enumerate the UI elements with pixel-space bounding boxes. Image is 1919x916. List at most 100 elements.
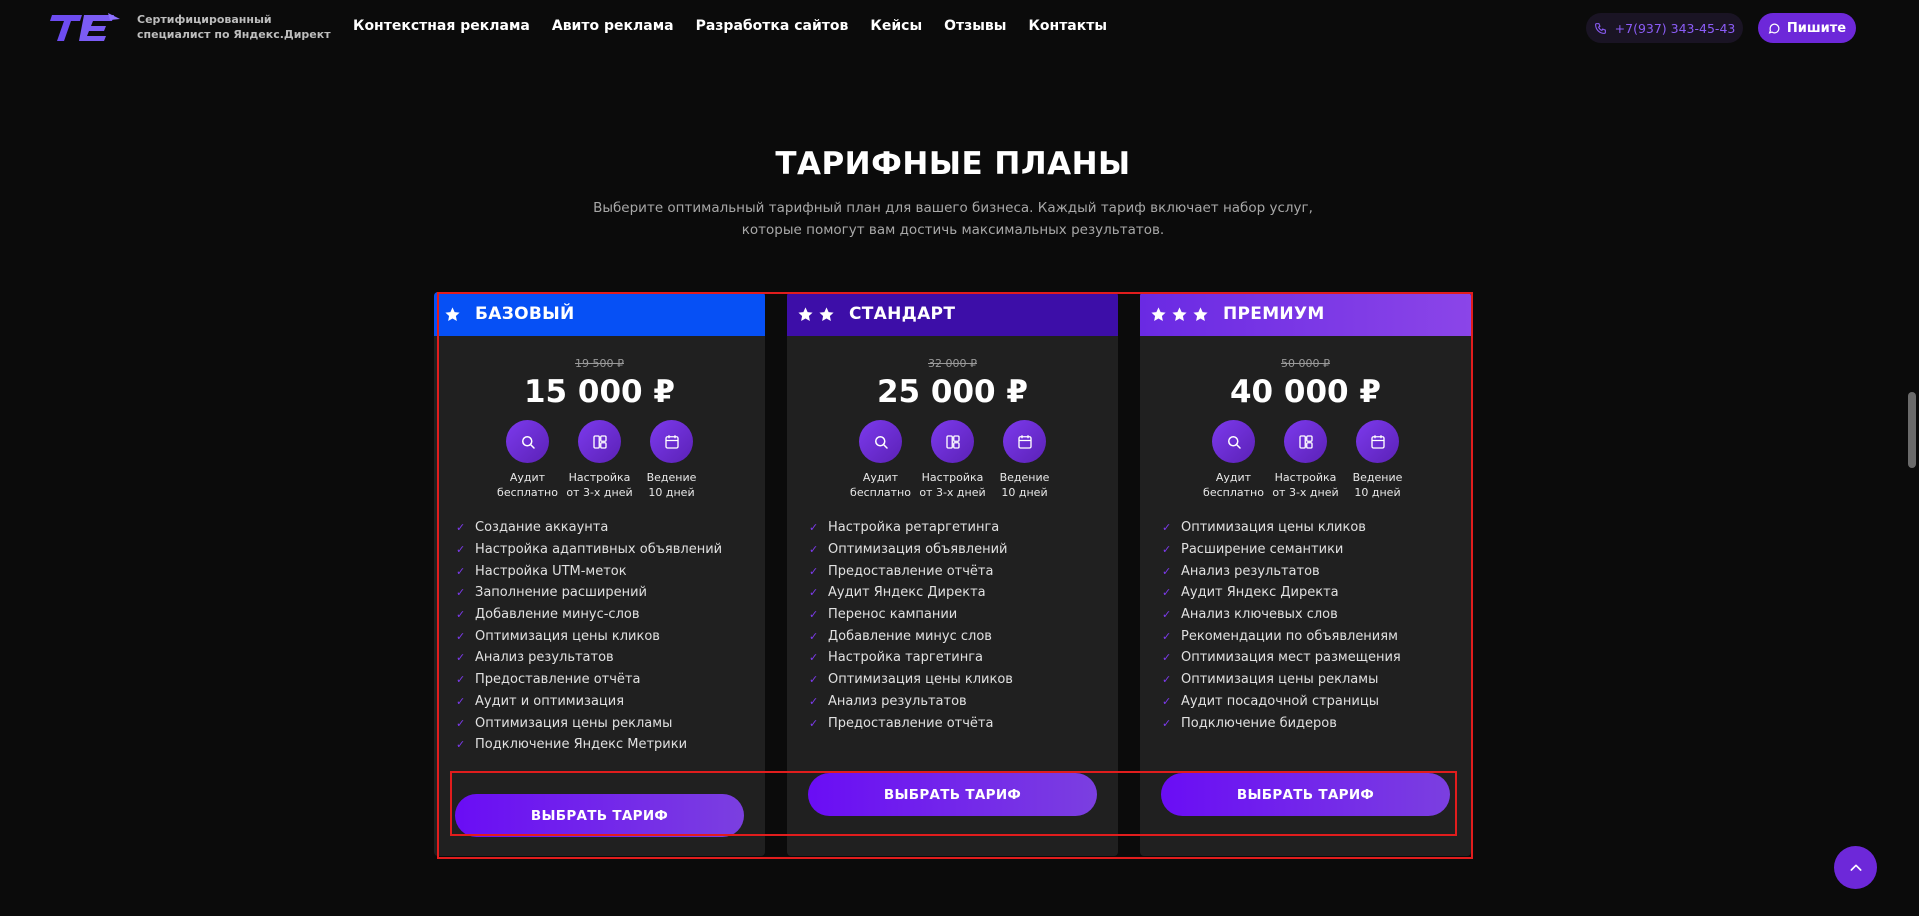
plan-item: ✓ Рекомендации по объявлениям bbox=[1162, 625, 1471, 647]
calendar-icon bbox=[1017, 434, 1032, 449]
plan-item-list: ✓ Создание аккаунта ✓ Настройка адаптивных … bbox=[434, 517, 765, 756]
plan-card-standard: СТАНДАРТ 32 000 ₽ 25 000 ₽ Аудит бесплатно На… bbox=[787, 292, 1118, 856]
check-icon: ✓ bbox=[456, 716, 466, 730]
check-icon: ✓ bbox=[809, 521, 819, 535]
feature-label: Ведение 10 дней bbox=[999, 471, 1050, 499]
star-icon bbox=[1172, 306, 1187, 321]
plan-item: ✓ Оптимизация объявлений bbox=[809, 539, 1118, 561]
nav-contacts[interactable]: Контакты bbox=[1028, 18, 1107, 34]
nav-reviews[interactable]: Отзывы bbox=[944, 18, 1006, 34]
subtitle-line-1: Выберите оптимальный тарифный план для в… bbox=[593, 200, 1313, 216]
plan-item-label: Расширение семантики bbox=[1181, 542, 1344, 558]
section-subtitle: Выберите оптимальный тарифный план для в… bbox=[0, 197, 1906, 241]
plan-item-label: Анализ ключевых слов bbox=[1181, 607, 1338, 623]
check-icon: ✓ bbox=[1162, 629, 1172, 643]
plan-price: 40 000 ₽ bbox=[1229, 374, 1381, 410]
plan-name: БАЗОВЫЙ bbox=[475, 304, 575, 324]
plan-old-price: 32 000 ₽ bbox=[928, 357, 977, 370]
feature-circle bbox=[578, 420, 621, 463]
layout-icon bbox=[945, 434, 960, 449]
plan-item: ✓ Расширение семантики bbox=[1162, 539, 1471, 561]
feature-0: Аудит бесплатно bbox=[492, 420, 564, 500]
site-header: Сертифицированный специалист по Яндекс.Д… bbox=[0, 0, 1919, 56]
chat-icon bbox=[1768, 23, 1780, 34]
plan-item: ✓ Добавление минус-слов bbox=[456, 604, 765, 626]
search-icon bbox=[521, 435, 535, 449]
check-icon: ✓ bbox=[1162, 521, 1172, 535]
plan-item-label: Заполнение расширений bbox=[475, 585, 647, 601]
plan-item-label: Рекомендации по объявлениям bbox=[1181, 628, 1398, 644]
plan-item-label: Оптимизация цены рекламы bbox=[1181, 672, 1379, 688]
check-icon: ✓ bbox=[456, 608, 466, 622]
plan-stars bbox=[797, 306, 835, 323]
check-icon: ✓ bbox=[1162, 673, 1172, 687]
plan-item-label: Аудит Яндекс Директа bbox=[1181, 585, 1339, 601]
check-icon: ✓ bbox=[1162, 608, 1172, 622]
plan-item-label: Перенос кампании bbox=[828, 607, 958, 623]
feature-2: Ведение 10 дней bbox=[1342, 420, 1414, 500]
plan-item: ✓ Заполнение расширений bbox=[456, 582, 765, 604]
plan-item-label: Предоставление отчёта bbox=[828, 563, 994, 579]
feature-circle bbox=[931, 420, 974, 463]
plan-old-price: 19 500 ₽ bbox=[575, 357, 624, 370]
nav-avito-ads[interactable]: Авито реклама bbox=[552, 18, 674, 34]
check-icon: ✓ bbox=[1162, 716, 1172, 730]
plan-item-label: Добавление минус слов bbox=[828, 628, 992, 644]
choose-plan-button[interactable]: ВЫБРАТЬ ТАРИФ bbox=[1161, 773, 1450, 816]
check-icon: ✓ bbox=[809, 608, 819, 622]
phone-button[interactable]: +7(937) 343-45-43 bbox=[1586, 13, 1743, 43]
plan-item: ✓ Анализ ключевых слов bbox=[1162, 604, 1471, 626]
plan-card-base: БАЗОВЫЙ 19 500 ₽ 15 000 ₽ Аудит бесплатно Нас… bbox=[434, 292, 765, 856]
feature-circle bbox=[1212, 420, 1255, 463]
plan-item-label: Настройка UTM-меток bbox=[475, 563, 627, 579]
check-icon: ✓ bbox=[456, 694, 466, 708]
logo-caption: Сертифицированный специалист по Яндекс.Д… bbox=[137, 13, 331, 41]
plan-old-price: 50 000 ₽ bbox=[1281, 357, 1330, 370]
nav-web-dev[interactable]: Разработка сайтов bbox=[696, 18, 849, 34]
plan-item: ✓ Оптимизация мест размещения bbox=[1162, 647, 1471, 669]
check-icon: ✓ bbox=[456, 564, 466, 578]
plan-item-label: Аудит посадочной страницы bbox=[1181, 693, 1379, 709]
logo[interactable] bbox=[48, 9, 120, 45]
page-scrollbar[interactable] bbox=[1908, 392, 1916, 468]
choose-plan-button[interactable]: ВЫБРАТЬ ТАРИФ bbox=[808, 773, 1097, 816]
plan-stars bbox=[1150, 306, 1209, 323]
phone-number: +7(937) 343-45-43 bbox=[1614, 20, 1736, 36]
plan-item: ✓ Оптимизация цены кликов bbox=[809, 669, 1118, 691]
nav-context-ads[interactable]: Контекстная реклама bbox=[353, 18, 530, 34]
check-icon: ✓ bbox=[456, 521, 466, 535]
nav-cases[interactable]: Кейсы bbox=[870, 18, 922, 34]
plan-item: ✓ Аудит и оптимизация bbox=[456, 691, 765, 713]
plan-item-label: Анализ результатов bbox=[475, 650, 614, 666]
feature-2: Ведение 10 дней bbox=[636, 420, 708, 500]
feature-0: Аудит бесплатно bbox=[1198, 420, 1270, 500]
plan-item: ✓ Предоставление отчёта bbox=[456, 669, 765, 691]
plan-item: ✓ Оптимизация цены рекламы bbox=[456, 712, 765, 734]
check-icon: ✓ bbox=[456, 586, 466, 600]
plan-item: ✓ Создание аккаунта bbox=[456, 517, 765, 539]
feature-0: Аудит бесплатно bbox=[845, 420, 917, 500]
plan-item: ✓ Настройка ретаргетинга bbox=[809, 517, 1118, 539]
choose-plan-button[interactable]: ВЫБРАТЬ ТАРИФ bbox=[455, 794, 744, 837]
check-icon: ✓ bbox=[456, 673, 466, 687]
check-icon: ✓ bbox=[1162, 543, 1172, 557]
plan-item-label: Аудит Яндекс Директа bbox=[828, 585, 986, 601]
plan-item: ✓ Предоставление отчёта bbox=[809, 560, 1118, 582]
plan-item-label: Настройка адаптивных объявлений bbox=[475, 542, 723, 558]
plan-features: Аудит бесплатно Настройка от 3-х дней Ведени… bbox=[787, 420, 1118, 500]
plan-item-label: Анализ результатов bbox=[828, 693, 967, 709]
plan-item-label: Создание аккаунта bbox=[475, 520, 609, 536]
check-icon: ✓ bbox=[1162, 586, 1172, 600]
check-icon: ✓ bbox=[456, 543, 466, 557]
main-nav: Контекстная реклама Авито реклама Разраб… bbox=[353, 18, 1129, 34]
plan-item: ✓ Настройка UTM-меток bbox=[456, 560, 765, 582]
write-button[interactable]: Пишите bbox=[1758, 13, 1856, 43]
plan-item: ✓ Добавление минус слов bbox=[809, 625, 1118, 647]
plan-header: СТАНДАРТ bbox=[787, 292, 1118, 336]
plan-item-label: Предоставление отчёта bbox=[475, 672, 641, 688]
plan-item: ✓ Оптимизация цены рекламы bbox=[1162, 669, 1471, 691]
scroll-to-top-button[interactable] bbox=[1834, 846, 1877, 889]
check-icon: ✓ bbox=[809, 543, 819, 557]
check-icon: ✓ bbox=[1162, 564, 1172, 578]
plan-item-list: ✓ Настройка ретаргетинга ✓ Оптимизация объя… bbox=[787, 517, 1118, 734]
